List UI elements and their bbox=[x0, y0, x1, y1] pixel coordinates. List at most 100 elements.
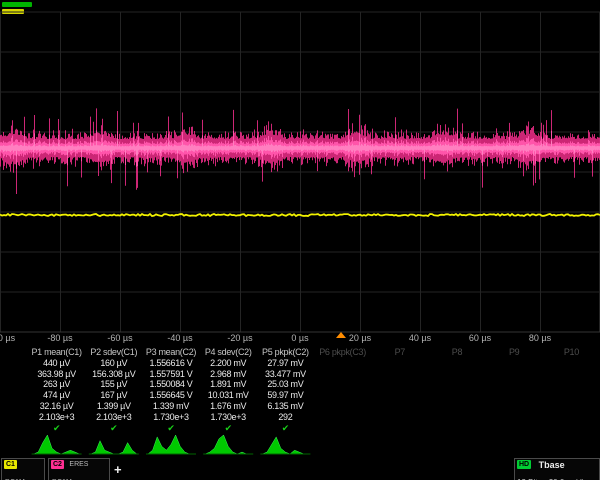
measurement-value: 156.308 µV bbox=[85, 369, 142, 380]
measurement-value: 1.556616 V bbox=[142, 358, 199, 369]
row-label-spacer bbox=[0, 401, 28, 412]
measurement-value bbox=[371, 358, 428, 369]
row-label-spacer bbox=[0, 379, 28, 390]
waveform-display[interactable] bbox=[0, 0, 600, 333]
measurement-value bbox=[486, 401, 543, 412]
measurement-value bbox=[428, 379, 485, 390]
measurement-table: P1 mean(C1)P2 sdev(C1)P3 mean(C2)P4 sdev… bbox=[0, 347, 600, 433]
measurement-value: 1.676 mV bbox=[200, 401, 257, 412]
measurement-value bbox=[371, 390, 428, 401]
measurement-value bbox=[371, 412, 428, 423]
histicon-p4[interactable] bbox=[205, 435, 251, 454]
measurement-value bbox=[543, 379, 600, 390]
measurement-value: 2.103e+3 bbox=[28, 412, 85, 423]
measurement-value: 10.031 mV bbox=[200, 390, 257, 401]
measurement-value: 263 µV bbox=[28, 379, 85, 390]
channel-c2-descriptor[interactable]: C2 ERES DC1M 10.0 mV bbox=[48, 458, 110, 480]
histicon-p5[interactable] bbox=[262, 437, 308, 454]
timebase-descriptor[interactable]: HD Tbase 13 Bits 20.0 µs/div bbox=[514, 458, 600, 480]
measurement-value bbox=[371, 379, 428, 390]
time-tick-label: 80 µs bbox=[529, 333, 551, 343]
measurement-value: 1.339 mV bbox=[142, 401, 199, 412]
measurement-value: 6.135 mV bbox=[257, 401, 314, 412]
measurement-value: 1.891 mV bbox=[200, 379, 257, 390]
measurement-value: 1.730e+3 bbox=[200, 412, 257, 423]
measurement-value: 1.557591 V bbox=[142, 369, 199, 380]
oscilloscope-screen: -100 µs-80 µs-60 µs-40 µs-20 µs0 µs20 µs… bbox=[0, 0, 600, 480]
measurement-column-header-p8[interactable]: P8 bbox=[428, 347, 485, 358]
measurement-value: 1.556645 V bbox=[142, 390, 199, 401]
measurement-value bbox=[428, 358, 485, 369]
measurement-value bbox=[543, 412, 600, 423]
row-label-spacer bbox=[0, 369, 28, 380]
hd-mode-badge: HD bbox=[517, 460, 531, 469]
histicon-p1[interactable] bbox=[34, 435, 80, 454]
measurement-value: 2.103e+3 bbox=[85, 412, 142, 423]
time-tick-label: 60 µs bbox=[469, 333, 491, 343]
time-tick-label: -20 µs bbox=[227, 333, 252, 343]
measurement-value: 59.97 mV bbox=[257, 390, 314, 401]
measurement-value bbox=[486, 390, 543, 401]
row-label-spacer bbox=[0, 390, 28, 401]
measurement-column-header-p4[interactable]: P4 sdev(C2) bbox=[200, 347, 257, 358]
measurement-column-header-p1[interactable]: P1 mean(C1) bbox=[28, 347, 85, 358]
measurement-value bbox=[371, 369, 428, 380]
measurement-value: 25.03 mV bbox=[257, 379, 314, 390]
measurement-value: 1.550084 V bbox=[142, 379, 199, 390]
measurement-value bbox=[428, 369, 485, 380]
measurement-value: 440 µV bbox=[28, 358, 85, 369]
measurement-value bbox=[486, 358, 543, 369]
trigger-position-marker[interactable] bbox=[336, 332, 346, 338]
c1-chip: C1 bbox=[4, 460, 17, 469]
timebase-title: Tbase bbox=[536, 460, 565, 470]
measurement-value: 27.97 mV bbox=[257, 358, 314, 369]
time-tick-label: 0 µs bbox=[291, 333, 308, 343]
row-label-spacer bbox=[0, 347, 28, 358]
measurement-value bbox=[314, 401, 371, 412]
measurement-column-header-p2[interactable]: P2 sdev(C1) bbox=[85, 347, 142, 358]
measurement-column-header-p10[interactable]: P10 bbox=[543, 347, 600, 358]
measurement-value bbox=[543, 369, 600, 380]
crosshair-marker[interactable]: + bbox=[114, 463, 122, 476]
measurement-value bbox=[543, 358, 600, 369]
measurement-value bbox=[314, 390, 371, 401]
c2-process-label: ERES bbox=[68, 460, 89, 469]
measurement-value bbox=[486, 369, 543, 380]
measurement-value bbox=[428, 390, 485, 401]
measurement-value: 2.968 mV bbox=[200, 369, 257, 380]
c2-chip: C2 bbox=[51, 460, 64, 469]
measurement-value: 292 bbox=[257, 412, 314, 423]
time-tick-label: -40 µs bbox=[167, 333, 192, 343]
histicon-p3[interactable] bbox=[148, 435, 194, 454]
measurement-histicons[interactable] bbox=[0, 430, 600, 457]
row-label-spacer bbox=[0, 412, 28, 423]
measurement-value bbox=[486, 379, 543, 390]
measurement-value bbox=[314, 369, 371, 380]
measurement-value: 2.200 mV bbox=[200, 358, 257, 369]
channel-c1-descriptor[interactable]: C1 DC1M 0 mV bbox=[1, 458, 45, 480]
c1-baseline-trace[interactable] bbox=[0, 214, 600, 216]
measurement-value bbox=[428, 412, 485, 423]
measurement-column-header-p3[interactable]: P3 mean(C2) bbox=[142, 347, 199, 358]
measurement-value bbox=[314, 412, 371, 423]
time-tick-label: -60 µs bbox=[107, 333, 132, 343]
measurement-value bbox=[543, 390, 600, 401]
measurement-column-header-p9[interactable]: P9 bbox=[486, 347, 543, 358]
histicon-p2[interactable] bbox=[91, 441, 137, 454]
measurement-value: 160 µV bbox=[85, 358, 142, 369]
graticule-grid bbox=[0, 12, 600, 332]
measurement-value bbox=[314, 358, 371, 369]
measurement-value bbox=[486, 412, 543, 423]
measurement-value bbox=[543, 401, 600, 412]
time-tick-label: 40 µs bbox=[409, 333, 431, 343]
measurement-value: 167 µV bbox=[85, 390, 142, 401]
measurement-value: 363.98 µV bbox=[28, 369, 85, 380]
row-label-spacer bbox=[0, 358, 28, 369]
measurement-value: 32.16 µV bbox=[28, 401, 85, 412]
measurement-column-header-p7[interactable]: P7 bbox=[371, 347, 428, 358]
measurement-column-header-p5[interactable]: P5 pkpk(C2) bbox=[257, 347, 314, 358]
measurement-column-header-p6[interactable]: P6 pkpk(C3) bbox=[314, 347, 371, 358]
measurement-value bbox=[314, 379, 371, 390]
measurement-value bbox=[371, 401, 428, 412]
measurement-value: 155 µV bbox=[85, 379, 142, 390]
